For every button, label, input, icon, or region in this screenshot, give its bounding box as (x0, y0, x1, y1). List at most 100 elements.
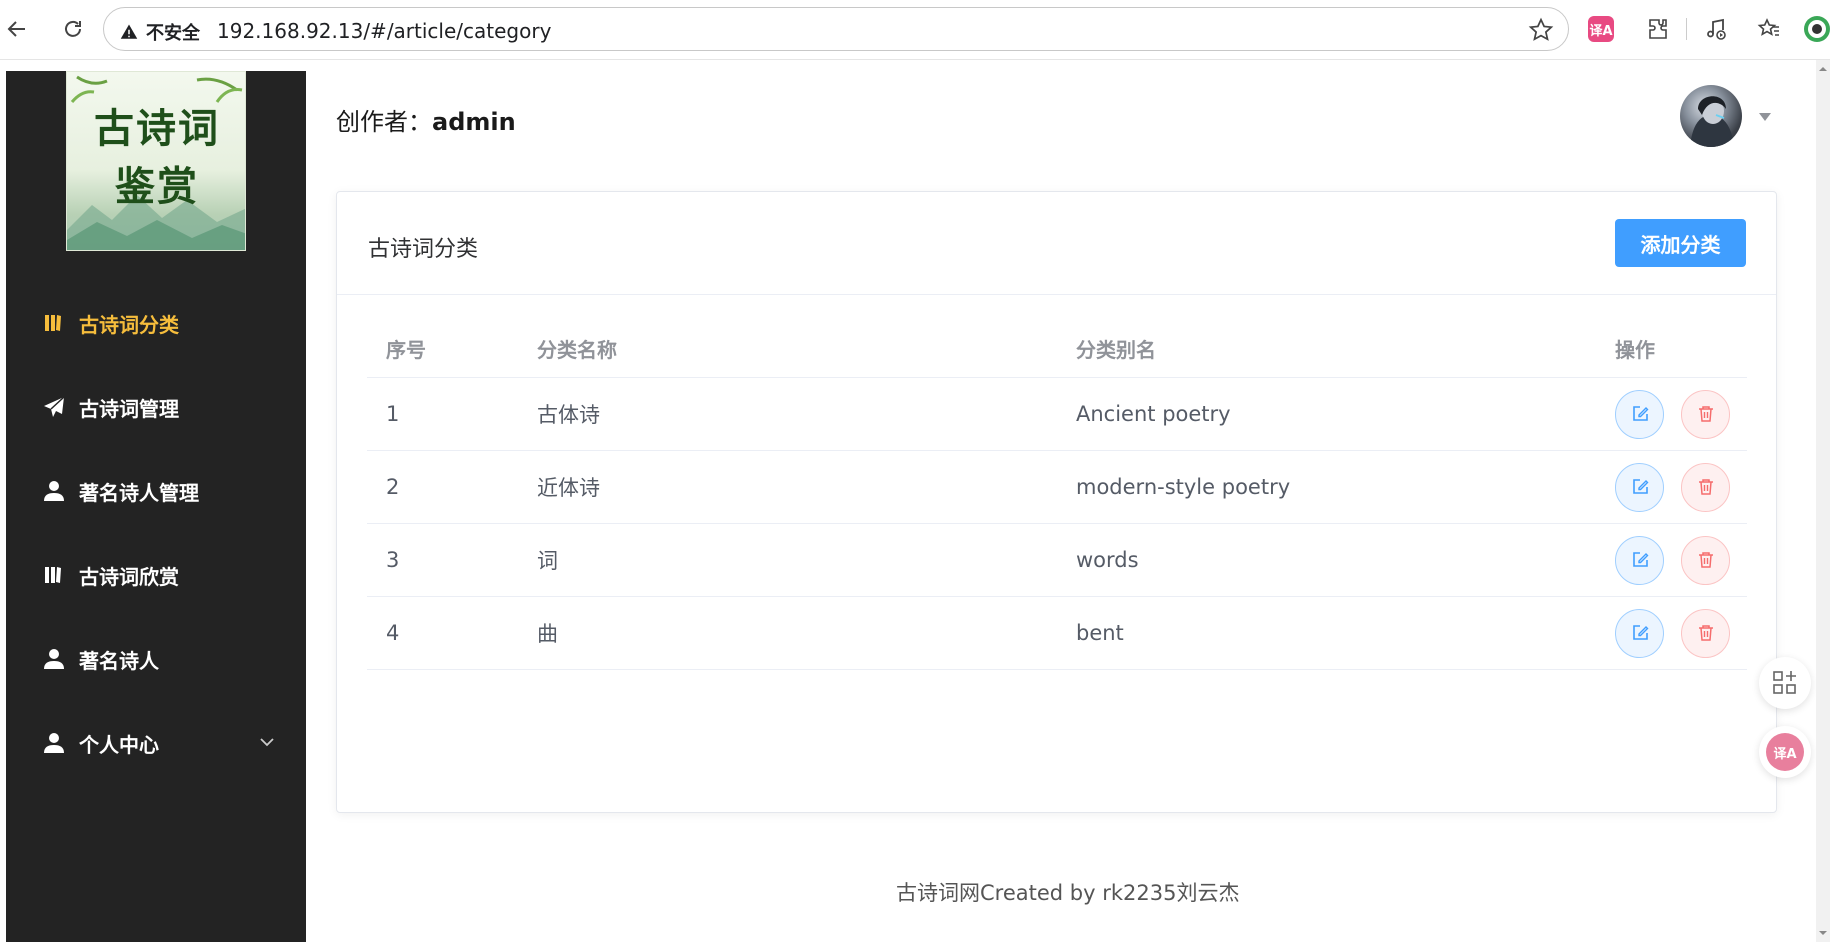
app-grid-widget[interactable] (1759, 657, 1811, 709)
table-row: 2 近体诗 modern-style poetry (367, 451, 1747, 524)
translate-icon: 译A (1766, 733, 1804, 771)
edit-button[interactable] (1615, 389, 1664, 439)
sidebar-item-label: 古诗词欣赏 (79, 564, 179, 589)
row-actions (1615, 451, 1730, 523)
warning-icon (120, 24, 138, 39)
sidebar-item-poet-management[interactable]: 著名诗人管理 (6, 449, 306, 533)
sidebar-item-label: 著名诗人 (79, 648, 159, 673)
site-security-indicator[interactable]: 不安全 (120, 19, 200, 45)
column-header-alias: 分类别名 (1076, 338, 1156, 362)
trash-icon (1698, 479, 1713, 495)
category-table: 序号 分类名称 分类别名 操作 1 古体诗 Ancient poetry 2 近… (367, 320, 1747, 670)
scroll-up-icon[interactable] (1816, 62, 1830, 76)
card-header: 古诗词分类 添加分类 (337, 192, 1776, 295)
row-alias: bent (1076, 621, 1124, 645)
row-name: 近体诗 (537, 476, 600, 500)
delete-button[interactable] (1681, 535, 1730, 585)
sidebar-item-personal-center[interactable]: 个人中心 (6, 701, 306, 785)
favorites-icon[interactable] (1752, 12, 1786, 46)
sidebar-item-poetry-appreciation[interactable]: 古诗词欣赏 (6, 533, 306, 617)
row-actions (1615, 597, 1730, 669)
row-alias: Ancient poetry (1076, 402, 1231, 426)
creator-prefix: 创作者： (336, 108, 432, 136)
table-row: 4 曲 bent (367, 597, 1747, 670)
row-index: 2 (386, 475, 400, 499)
row-index: 3 (386, 548, 400, 572)
creator-info: 创作者：admin (336, 102, 516, 137)
address-bar[interactable]: 不安全 192.168.92.13/#/article/category (103, 7, 1569, 51)
delete-button[interactable] (1681, 462, 1730, 512)
sidebar-item-label: 古诗词分类 (79, 312, 179, 337)
translate-widget[interactable]: 译A (1759, 726, 1811, 778)
user-icon (43, 648, 65, 670)
logo-title: 古诗词 鉴赏 (67, 100, 245, 216)
user-icon (43, 732, 65, 754)
column-header-name: 分类名称 (537, 338, 617, 362)
sidebar-item-poetry-management[interactable]: 古诗词管理 (6, 365, 306, 449)
reload-icon (65, 20, 81, 37)
edit-button[interactable] (1615, 462, 1664, 512)
browser-toolbar: 不安全 192.168.92.13/#/article/category 译A (0, 0, 1830, 60)
toolbar-separator (1686, 18, 1687, 40)
column-header-actions: 操作 (1615, 338, 1655, 362)
category-card: 古诗词分类 添加分类 序号 分类名称 分类别名 操作 1 古体诗 Ancient… (336, 191, 1777, 813)
creator-name: admin (432, 108, 516, 136)
sidebar-item-famous-poets[interactable]: 著名诗人 (6, 617, 306, 701)
translate-extension-icon[interactable]: 译A (1588, 16, 1614, 42)
bookmark-star-icon[interactable] (1528, 17, 1554, 43)
send-icon (43, 396, 65, 418)
column-header-index: 序号 (386, 338, 426, 362)
add-category-button[interactable]: 添加分类 (1615, 219, 1746, 267)
row-actions (1615, 378, 1730, 450)
row-actions (1615, 524, 1730, 596)
footer-text: 古诗词网Created by rk2235刘云杰 (896, 881, 1240, 905)
row-name: 曲 (537, 622, 558, 646)
row-alias: modern-style poetry (1076, 475, 1291, 499)
edit-button[interactable] (1615, 608, 1664, 658)
logo-title-line1: 古诗词 (94, 105, 220, 152)
extensions-puzzle-icon[interactable] (1641, 12, 1675, 46)
site-logo[interactable]: 古诗词 鉴赏 (66, 71, 246, 251)
book-icon (43, 564, 65, 586)
scroll-down-icon[interactable] (1816, 926, 1830, 940)
delete-button[interactable] (1681, 608, 1730, 658)
edit-icon (1632, 552, 1648, 567)
card-title: 古诗词分类 (368, 237, 479, 262)
url-text[interactable]: 192.168.92.13/#/article/category (217, 19, 551, 43)
table-row: 1 古体诗 Ancient poetry (367, 378, 1747, 451)
back-arrow-icon (7, 21, 25, 37)
user-icon (43, 480, 65, 502)
back-button[interactable] (0, 12, 34, 46)
avatar-image (1690, 96, 1734, 147)
sidebar-item-label: 著名诗人管理 (79, 480, 199, 505)
apps-add-icon (1773, 671, 1796, 694)
edit-button[interactable] (1615, 535, 1664, 585)
delete-button[interactable] (1681, 389, 1730, 439)
media-control-icon[interactable] (1699, 12, 1733, 46)
table-row: 3 词 words (367, 524, 1747, 597)
trash-icon (1698, 406, 1713, 422)
logo-title-line2: 鉴赏 (115, 163, 199, 210)
row-name: 词 (537, 549, 558, 573)
row-alias: words (1076, 548, 1139, 572)
avatar[interactable] (1680, 85, 1742, 147)
profile-icon[interactable] (1800, 12, 1830, 46)
sidebar: 古诗词 鉴赏 古诗词分类 古诗词管理 著名诗人管理 古诗词欣赏 著名诗人 个人中… (6, 71, 306, 942)
edit-icon (1632, 479, 1648, 494)
edit-icon (1632, 406, 1648, 421)
caret-down-icon[interactable] (1758, 112, 1772, 122)
row-index: 1 (386, 402, 400, 426)
trash-icon (1698, 552, 1713, 568)
book-icon (43, 312, 65, 334)
insecure-label: 不安全 (146, 23, 200, 44)
chevron-down-icon (260, 738, 274, 747)
trash-icon (1698, 625, 1713, 641)
sidebar-item-label: 古诗词管理 (79, 396, 179, 421)
page-scrollbar[interactable] (1816, 60, 1830, 942)
table-header-row: 序号 分类名称 分类别名 操作 (367, 320, 1747, 378)
row-name: 古体诗 (537, 403, 600, 427)
reload-button[interactable] (56, 12, 90, 46)
edit-icon (1632, 625, 1648, 640)
sidebar-item-poetry-category[interactable]: 古诗词分类 (6, 281, 306, 365)
sidebar-menu: 古诗词分类 古诗词管理 著名诗人管理 古诗词欣赏 著名诗人 个人中心 (6, 281, 306, 785)
